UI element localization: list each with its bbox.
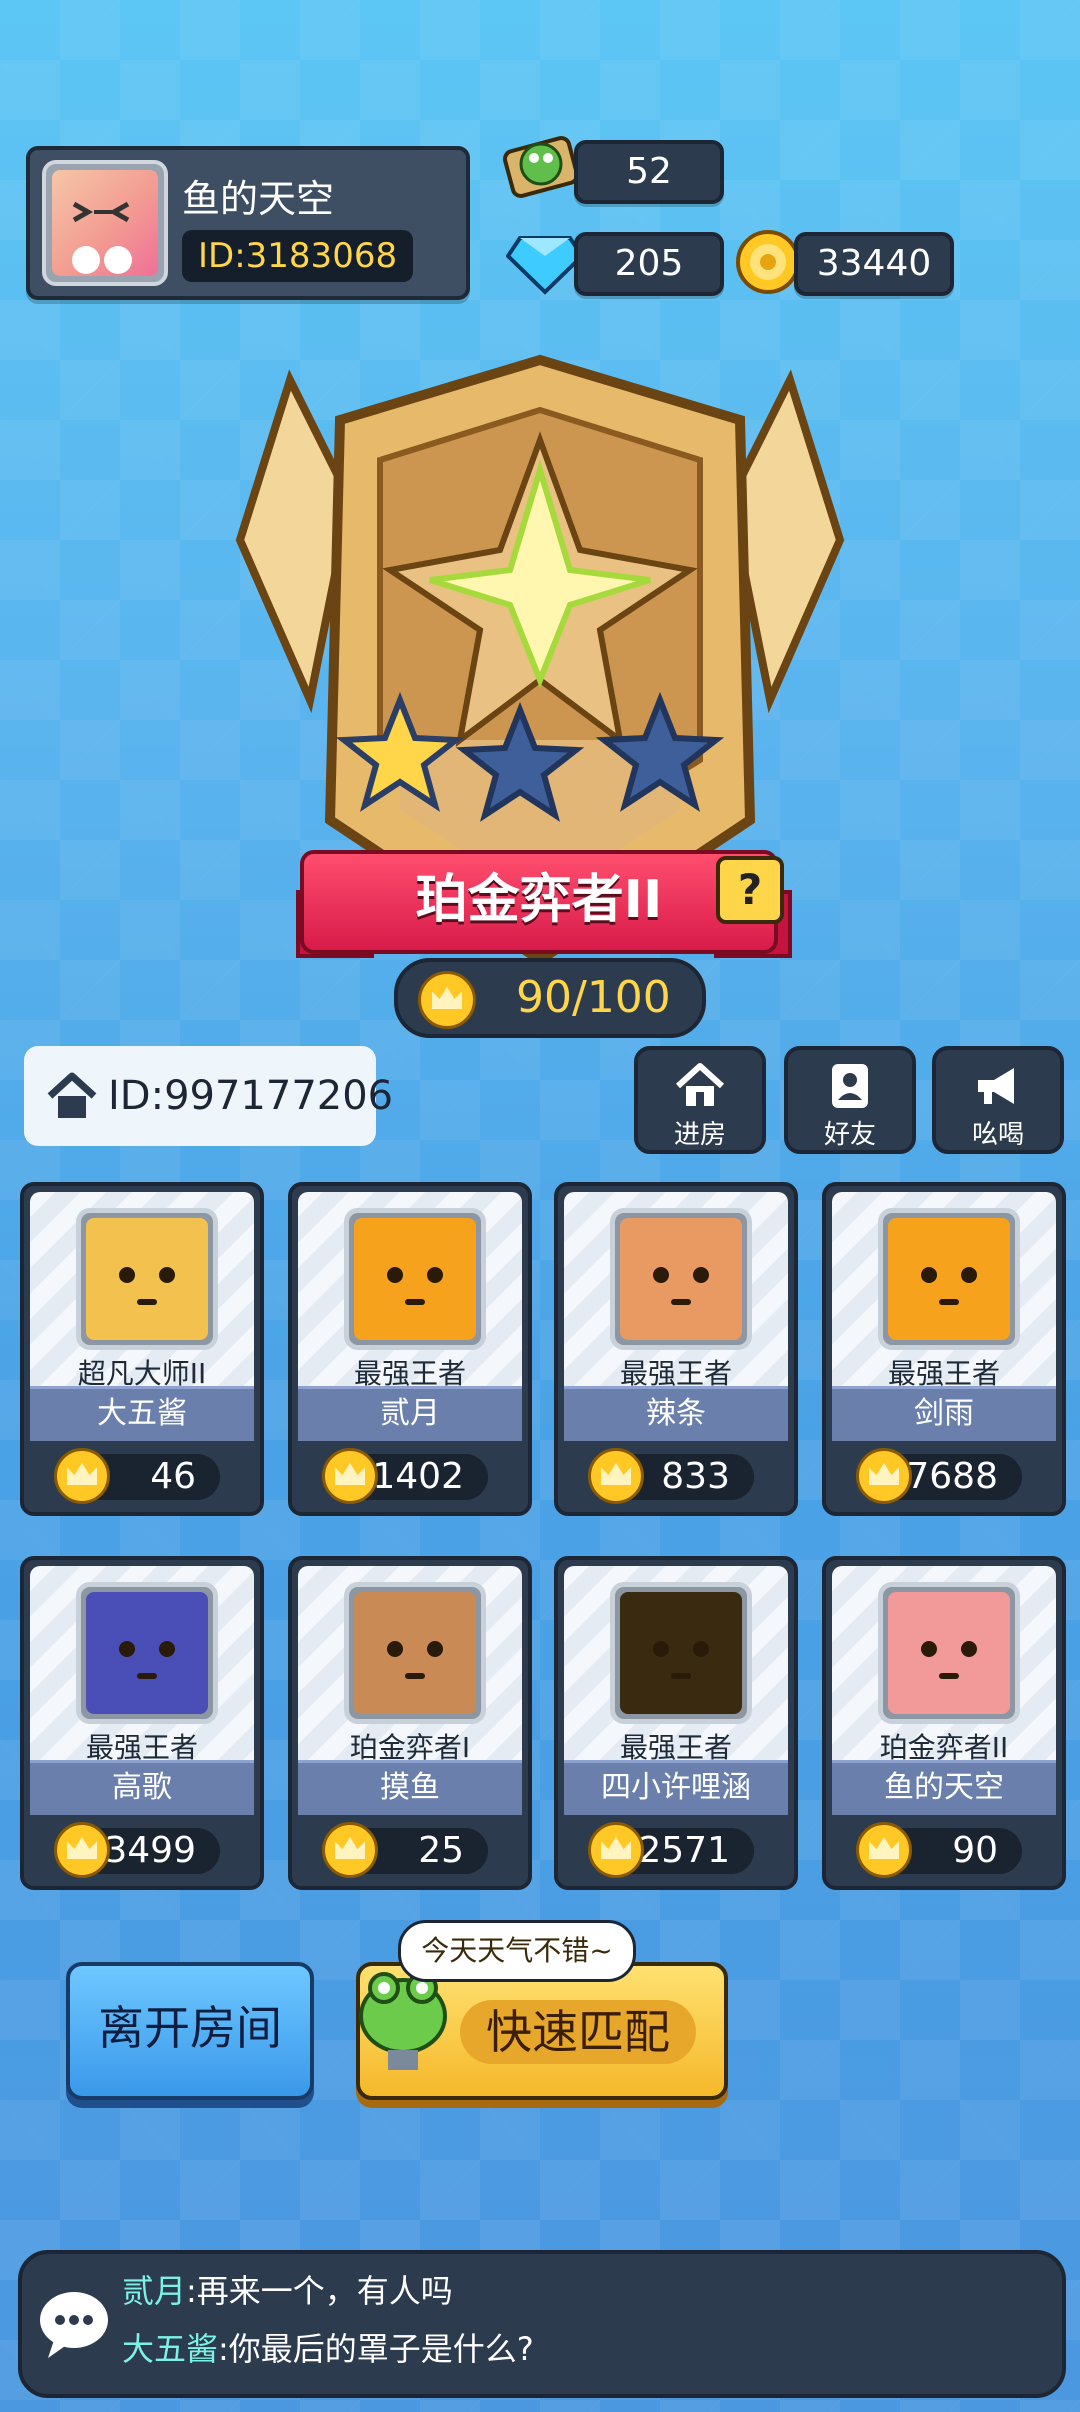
player-name: 贰月 xyxy=(298,1386,522,1441)
quick-match-label: 快速匹配 xyxy=(460,2000,696,2064)
chat-message: 大五酱:你最后的罩子是什么? xyxy=(122,2324,534,2370)
player-score-value: 90 xyxy=(952,1830,998,1871)
player-score: 1402 xyxy=(322,1448,488,1504)
player-name: 高歌 xyxy=(30,1760,254,1815)
player-score: 3499 xyxy=(54,1822,220,1878)
coin-count: 33440 xyxy=(794,232,954,296)
player-card[interactable]: 最强王者 辣条 833 xyxy=(554,1182,798,1516)
player-score-value: 1402 xyxy=(372,1456,464,1497)
player-name: 鱼的天空 xyxy=(832,1760,1056,1815)
profile-name: 鱼的天空 xyxy=(182,177,335,221)
megaphone-icon xyxy=(978,1068,1014,1104)
player-name: 四小许哩涵 xyxy=(564,1760,788,1815)
avatar-face-icon xyxy=(72,201,132,274)
chat-sender: 大五酱 xyxy=(122,2330,219,2368)
player-face-icon xyxy=(119,1267,175,1305)
player-card[interactable]: 珀金弈者I 摸鱼 25 xyxy=(288,1556,532,1890)
player-avatar[interactable] xyxy=(76,1582,218,1724)
crown-icon xyxy=(54,1448,110,1504)
crown-icon xyxy=(588,1822,644,1878)
chat-bubble-icon xyxy=(40,2292,108,2358)
rank-title: 珀金弈者II xyxy=(300,850,778,954)
leave-room-button[interactable]: 离开房间 xyxy=(66,1962,314,2100)
crown-icon xyxy=(322,1822,378,1878)
crown-icon xyxy=(856,1448,912,1504)
player-face-icon xyxy=(653,1267,709,1305)
player-card[interactable]: 珀金弈者II 鱼的天空 90 xyxy=(822,1556,1066,1890)
player-avatar[interactable] xyxy=(878,1582,1020,1724)
player-score-value: 833 xyxy=(661,1456,730,1497)
chat-panel[interactable]: 贰月:再来一个，有人吗 大五酱:你最后的罩子是什么? xyxy=(18,2250,1066,2398)
crown-icon xyxy=(856,1822,912,1878)
coin-icon xyxy=(736,230,800,294)
player-name: 大五酱 xyxy=(30,1386,254,1441)
player-card[interactable]: 最强王者 高歌 3499 xyxy=(20,1556,264,1890)
crown-icon xyxy=(588,1448,644,1504)
player-name: 辣条 xyxy=(564,1386,788,1441)
player-face-icon xyxy=(387,1267,443,1305)
gem-count: 205 xyxy=(574,232,724,296)
player-avatar[interactable] xyxy=(610,1582,752,1724)
chat-text: :你最后的罩子是什么? xyxy=(218,2330,534,2368)
crown-icon xyxy=(54,1822,110,1878)
player-avatar[interactable] xyxy=(610,1208,752,1350)
player-avatar[interactable] xyxy=(76,1208,218,1350)
player-face-icon xyxy=(921,1267,977,1305)
ticket-count: 52 xyxy=(574,140,724,204)
enter-room-label: 进房 xyxy=(673,1120,726,1150)
friends-label: 好友 xyxy=(823,1120,876,1150)
player-face-icon xyxy=(387,1641,443,1679)
chat-message: 贰月:再来一个，有人吗 xyxy=(122,2266,453,2312)
player-score-value: 2571 xyxy=(638,1830,730,1871)
quick-match-button[interactable]: 快速匹配 xyxy=(356,1962,728,2100)
friends-icon xyxy=(832,1064,868,1108)
rank-progress: 90/100 xyxy=(394,958,706,1038)
player-score-value: 25 xyxy=(418,1830,464,1871)
player-card[interactable]: 最强王者 剑雨 7688 xyxy=(822,1182,1066,1516)
player-score: 25 xyxy=(322,1822,488,1878)
player-score: 2571 xyxy=(588,1822,754,1878)
shout-button[interactable]: 吆喝 xyxy=(932,1046,1064,1154)
player-score: 833 xyxy=(588,1448,754,1504)
speech-bubble: 今天天气不错~ xyxy=(398,1920,636,1982)
player-card[interactable]: 最强王者 四小许哩涵 2571 xyxy=(554,1556,798,1890)
room-id-panel: ID:997177206 xyxy=(24,1046,393,1146)
player-name: 剑雨 xyxy=(832,1386,1056,1441)
player-name: 摸鱼 xyxy=(298,1760,522,1815)
player-avatar[interactable] xyxy=(878,1208,1020,1350)
profile-id: ID:3183068 xyxy=(182,230,414,282)
player-score: 7688 xyxy=(856,1448,1022,1504)
crown-icon xyxy=(418,971,476,1029)
player-face-icon xyxy=(119,1641,175,1679)
player-score: 46 xyxy=(54,1448,220,1504)
chat-text: :再来一个，有人吗 xyxy=(186,2272,453,2310)
player-score: 90 xyxy=(856,1822,1022,1878)
player-avatar[interactable] xyxy=(344,1582,486,1724)
player-card[interactable]: 最强王者 贰月 1402 xyxy=(288,1182,532,1516)
player-card[interactable]: 超凡大师II 大五酱 46 xyxy=(20,1182,264,1516)
home-icon xyxy=(675,1063,725,1106)
frog-ticket-icon xyxy=(502,136,580,198)
gem-icon xyxy=(506,236,584,295)
rank-progress-value: 90/100 xyxy=(516,972,671,1023)
player-score-value: 46 xyxy=(150,1456,196,1497)
enter-room-button[interactable]: 进房 xyxy=(634,1046,766,1154)
player-score-value: 7688 xyxy=(906,1456,998,1497)
shout-label: 吆喝 xyxy=(971,1120,1024,1150)
profile-panel[interactable]: 鱼的天空 ID:3183068 xyxy=(26,146,470,300)
crown-icon xyxy=(322,1448,378,1504)
chat-sender: 贰月 xyxy=(122,2272,187,2310)
profile-avatar[interactable] xyxy=(42,160,168,286)
player-avatar[interactable] xyxy=(344,1208,486,1350)
friends-button[interactable]: 好友 xyxy=(784,1046,916,1154)
house-icon xyxy=(47,1072,97,1118)
player-score-value: 3499 xyxy=(104,1830,196,1871)
player-face-icon xyxy=(921,1641,977,1679)
room-id-text: ID:997177206 xyxy=(108,1073,394,1119)
rank-help-button[interactable]: ? xyxy=(716,856,784,924)
player-face-icon xyxy=(653,1641,709,1679)
